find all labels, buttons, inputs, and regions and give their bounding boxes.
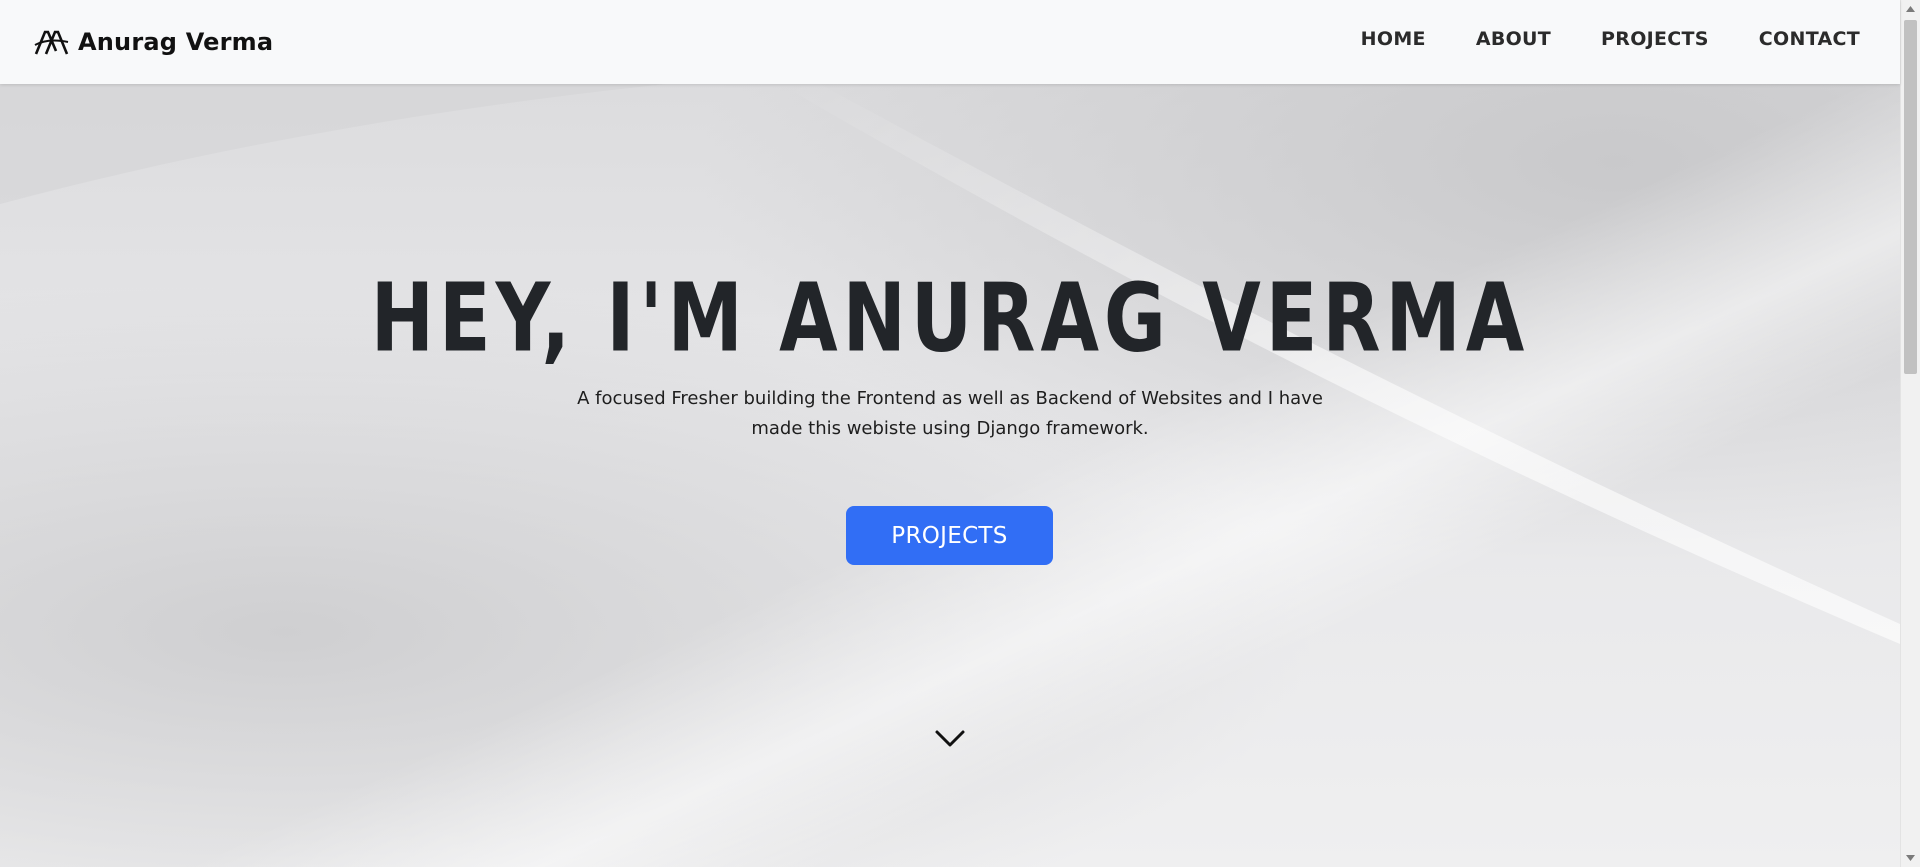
page-scrollbar[interactable]: [1900, 0, 1920, 867]
brand-name: Anurag Verma: [78, 28, 274, 56]
scrollbar-thumb[interactable]: [1904, 20, 1917, 374]
nav-link-home[interactable]: HOME: [1361, 28, 1426, 50]
page: Anurag Verma HOME ABOUT PROJECTS CONTACT: [0, 0, 1920, 867]
nav-item-home: HOME: [1361, 28, 1426, 50]
nav-link-contact[interactable]: CONTACT: [1759, 28, 1860, 50]
nav-link-projects[interactable]: PROJECTS: [1601, 28, 1709, 50]
scroll-down-arrow-icon[interactable]: [1901, 849, 1920, 867]
projects-button[interactable]: PROJECTS: [846, 506, 1053, 565]
navbar: Anurag Verma HOME ABOUT PROJECTS CONTACT: [0, 0, 1900, 84]
hero-title: HEY, I'M ANURAG VERMA: [370, 263, 1530, 373]
hero-section: HEY, I'M ANURAG VERMA A focused Fresher …: [0, 84, 1900, 867]
nav-links: HOME ABOUT PROJECTS CONTACT: [1361, 24, 1860, 54]
chevron-down-icon[interactable]: [934, 727, 966, 751]
scroll-up-arrow-icon[interactable]: [1901, 0, 1920, 18]
brand-link[interactable]: Anurag Verma: [34, 24, 273, 60]
nav-item-projects: PROJECTS: [1601, 28, 1709, 50]
brand-logo-icon: [34, 30, 69, 55]
nav-item-contact: CONTACT: [1759, 28, 1860, 50]
hero-subtitle: A focused Fresher building the Frontend …: [577, 388, 1323, 439]
nav-link-about[interactable]: ABOUT: [1476, 28, 1551, 50]
nav-item-about: ABOUT: [1476, 28, 1551, 50]
